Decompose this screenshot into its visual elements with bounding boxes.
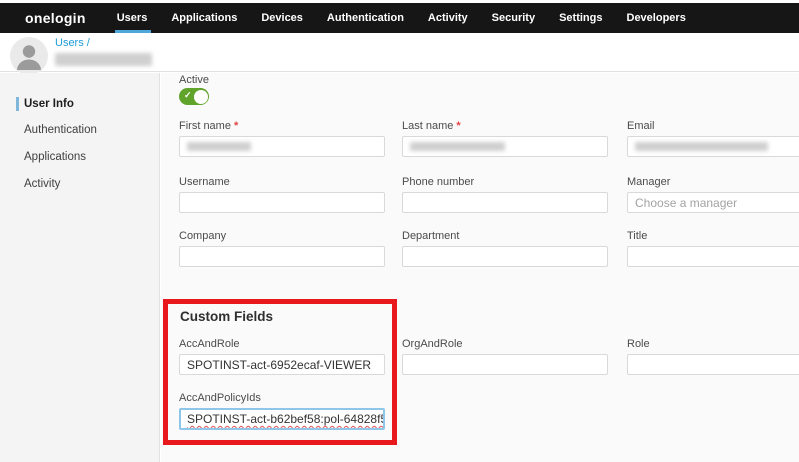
nav-tab-applications[interactable]: Applications (171, 12, 237, 24)
field-department: Department (402, 230, 608, 267)
nav-tab-developers[interactable]: Developers (627, 12, 686, 24)
role-label: Role (627, 338, 799, 351)
user-avatar-icon (10, 37, 48, 75)
field-org-and-role: OrgAndRole (402, 338, 608, 375)
phone-number-input[interactable] (402, 192, 608, 213)
field-phone-number: Phone number (402, 176, 608, 213)
field-company: Company (179, 230, 385, 267)
sidebar-item-user-info[interactable]: User Info (24, 98, 74, 110)
department-input[interactable] (402, 246, 608, 267)
field-role: Role (627, 338, 799, 375)
title-input[interactable] (627, 246, 799, 267)
user-info-form: Active ✓ First name* Last name* Email Us… (161, 73, 799, 462)
username-input[interactable] (179, 192, 385, 213)
manager-input[interactable] (627, 192, 799, 213)
field-title: Title (627, 230, 799, 267)
org-and-role-label: OrgAndRole (402, 338, 608, 351)
top-nav: onelogin Users Applications Devices Auth… (0, 3, 799, 33)
acc-and-policy-ids-value: SPOTINST-act-b62bef58:pol-64828f58 (187, 412, 385, 426)
nav-tab-users[interactable]: Users (117, 12, 148, 24)
title-label: Title (627, 230, 799, 243)
nav-tab-settings[interactable]: Settings (559, 12, 602, 24)
nav-menu: Users Applications Devices Authenticatio… (117, 12, 686, 24)
page-header: Users / (0, 33, 799, 72)
first-name-redacted-value (187, 142, 251, 151)
department-label: Department (402, 230, 608, 243)
first-name-label: First name* (179, 120, 385, 133)
nav-tab-devices[interactable]: Devices (261, 12, 303, 24)
custom-fields-heading: Custom Fields (180, 309, 273, 324)
field-email: Email (627, 120, 799, 157)
company-input[interactable] (179, 246, 385, 267)
onelogin-logo[interactable]: onelogin (25, 10, 86, 26)
breadcrumb-users-link[interactable]: Users / (55, 37, 90, 49)
required-asterisk: * (234, 120, 238, 132)
username-label: Username (179, 176, 385, 189)
toggle-knob (194, 90, 208, 104)
field-acc-and-role: AccAndRole (179, 338, 385, 375)
nav-tab-activity[interactable]: Activity (428, 12, 468, 24)
sidebar: User Info Authentication Applications Ac… (0, 73, 160, 462)
org-and-role-input[interactable] (402, 354, 608, 375)
field-username: Username (179, 176, 385, 213)
nav-tab-authentication[interactable]: Authentication (327, 12, 404, 24)
field-last-name: Last name* (402, 120, 608, 157)
role-input[interactable] (627, 354, 799, 375)
field-acc-and-policy-ids: AccAndPolicyIds SPOTINST-act-b62bef58:po… (179, 392, 385, 430)
acc-and-policy-ids-input[interactable]: SPOTINST-act-b62bef58:pol-64828f58 (179, 408, 385, 430)
acc-and-role-input[interactable] (179, 354, 385, 375)
manager-label: Manager (627, 176, 799, 189)
sidebar-item-applications[interactable]: Applications (24, 151, 86, 163)
acc-and-role-label: AccAndRole (179, 338, 385, 351)
toggle-check-icon: ✓ (184, 90, 192, 101)
sidebar-item-authentication[interactable]: Authentication (24, 124, 97, 136)
acc-and-policy-ids-label: AccAndPolicyIds (179, 392, 385, 405)
field-manager: Manager (627, 176, 799, 213)
user-name-redacted (55, 53, 152, 66)
sidebar-item-activity[interactable]: Activity (24, 178, 60, 190)
active-toggle[interactable]: ✓ (179, 88, 209, 105)
required-asterisk: * (456, 120, 460, 132)
last-name-label: Last name* (402, 120, 608, 133)
field-first-name: First name* (179, 120, 385, 157)
phone-number-label: Phone number (402, 176, 608, 189)
last-name-redacted-value (410, 142, 505, 151)
company-label: Company (179, 230, 385, 243)
nav-tab-security[interactable]: Security (492, 12, 535, 24)
email-redacted-value (635, 142, 768, 151)
onelogin-user-page: onelogin Users Applications Devices Auth… (0, 0, 799, 462)
active-toggle-label: Active (179, 74, 209, 86)
email-label: Email (627, 120, 799, 133)
